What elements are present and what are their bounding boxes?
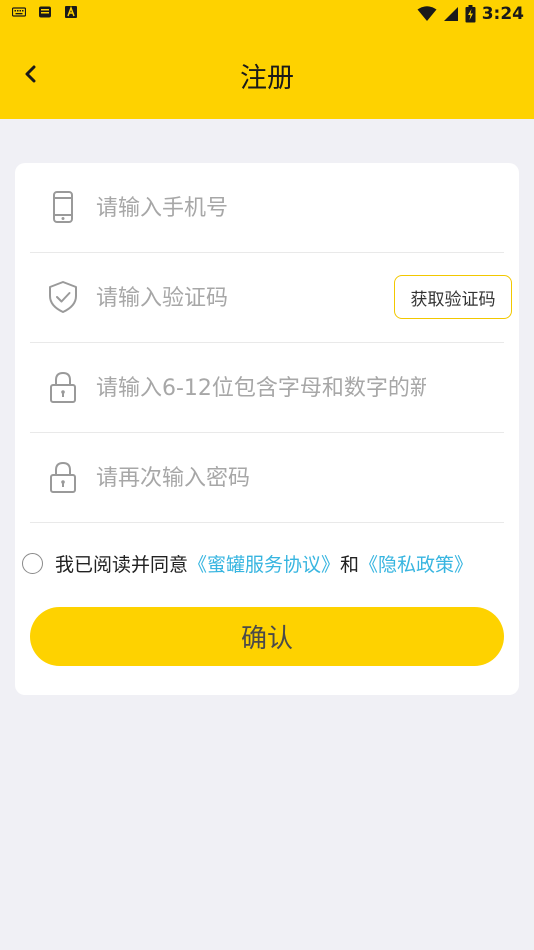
shield-check-icon <box>49 281 77 313</box>
confirm-button[interactable]: 确认 <box>30 607 504 666</box>
password-input[interactable] <box>96 369 426 407</box>
confirm-password-row <box>30 433 504 523</box>
phone-input[interactable] <box>96 189 426 227</box>
page-title: 注册 <box>240 63 294 94</box>
system-status: 3:24 <box>417 4 524 24</box>
agreement-prefix: 我已阅读并同意 <box>55 553 189 576</box>
agreement-row: 我已阅读并同意 《蜜罐服务协议》 和 《隐私政策》 <box>22 548 517 578</box>
confirm-password-input[interactable] <box>96 459 426 497</box>
app-a-icon <box>65 6 77 18</box>
code-input[interactable] <box>96 279 386 317</box>
status-bar: 3:24 <box>0 0 534 28</box>
header: 3:24 注册 <box>0 0 534 119</box>
lock-icon <box>50 461 76 493</box>
lock-icon <box>50 371 76 403</box>
password-row <box>30 343 504 433</box>
register-form-card: 获取验证码 我已阅读并同意 《蜜罐服务协议》 和 《隐私政策》 确认 <box>15 163 519 695</box>
phone-row <box>30 163 504 253</box>
status-time: 3:24 <box>481 4 524 24</box>
phone-icon <box>53 191 73 223</box>
agreement-radio[interactable] <box>22 552 43 574</box>
code-row: 获取验证码 <box>30 253 512 343</box>
signal-icon <box>443 7 458 21</box>
agreement-and: 和 <box>340 553 360 576</box>
service-agreement-link[interactable]: 《蜜罐服务协议》 <box>188 550 340 577</box>
keyboard-icon <box>12 7 26 17</box>
notification-icons <box>12 6 78 18</box>
message-icon <box>39 6 51 18</box>
wifi-icon <box>417 6 437 21</box>
battery-icon <box>465 5 476 23</box>
privacy-policy-link[interactable]: 《隐私政策》 <box>359 550 473 577</box>
get-code-button[interactable]: 获取验证码 <box>394 275 512 319</box>
